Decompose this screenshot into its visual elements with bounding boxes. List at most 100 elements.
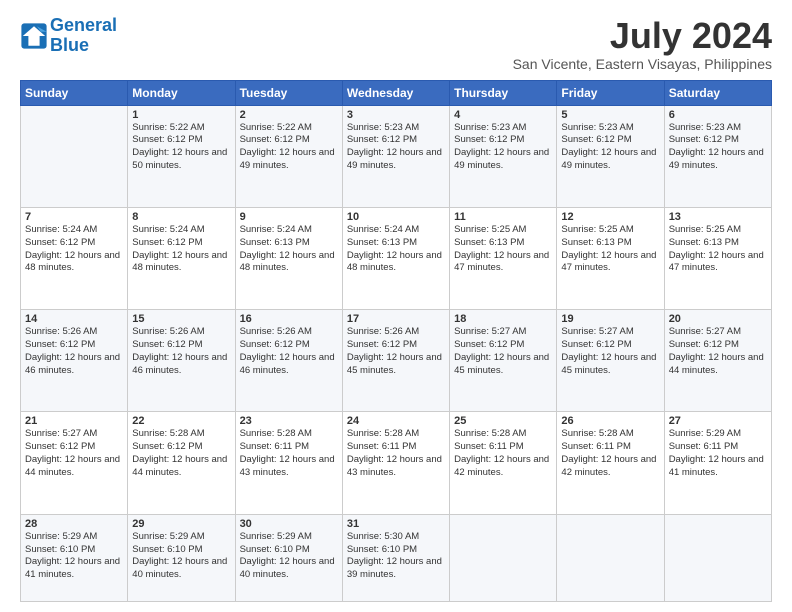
day-number: 30 [240, 518, 338, 530]
calendar-week-row: 1Sunrise: 5:22 AM Sunset: 6:12 PM Daylig… [21, 105, 772, 207]
logo: General Blue [20, 16, 117, 56]
day-info: Sunrise: 5:29 AM Sunset: 6:10 PM Dayligh… [240, 531, 338, 582]
day-info: Sunrise: 5:25 AM Sunset: 6:13 PM Dayligh… [669, 224, 767, 275]
header: General Blue July 2024 San Vicente, East… [20, 16, 772, 72]
day-number: 22 [132, 415, 230, 427]
day-number: 12 [561, 211, 659, 223]
calendar-cell: 24Sunrise: 5:28 AM Sunset: 6:11 PM Dayli… [342, 412, 449, 514]
calendar-cell: 5Sunrise: 5:23 AM Sunset: 6:12 PM Daylig… [557, 105, 664, 207]
day-number: 8 [132, 211, 230, 223]
day-number: 18 [454, 313, 552, 325]
day-info: Sunrise: 5:30 AM Sunset: 6:10 PM Dayligh… [347, 531, 445, 582]
main-title: July 2024 [513, 16, 772, 56]
day-info: Sunrise: 5:29 AM Sunset: 6:11 PM Dayligh… [669, 428, 767, 479]
logo-icon [20, 22, 48, 50]
day-info: Sunrise: 5:24 AM Sunset: 6:12 PM Dayligh… [132, 224, 230, 275]
calendar-cell: 30Sunrise: 5:29 AM Sunset: 6:10 PM Dayli… [235, 514, 342, 601]
calendar-cell: 2Sunrise: 5:22 AM Sunset: 6:12 PM Daylig… [235, 105, 342, 207]
calendar-cell: 12Sunrise: 5:25 AM Sunset: 6:13 PM Dayli… [557, 207, 664, 309]
day-info: Sunrise: 5:23 AM Sunset: 6:12 PM Dayligh… [454, 122, 552, 173]
day-number: 20 [669, 313, 767, 325]
day-info: Sunrise: 5:28 AM Sunset: 6:11 PM Dayligh… [561, 428, 659, 479]
calendar-cell: 16Sunrise: 5:26 AM Sunset: 6:12 PM Dayli… [235, 310, 342, 412]
day-number: 14 [25, 313, 123, 325]
day-number: 15 [132, 313, 230, 325]
calendar-cell: 13Sunrise: 5:25 AM Sunset: 6:13 PM Dayli… [664, 207, 771, 309]
day-number: 3 [347, 109, 445, 121]
calendar-cell: 14Sunrise: 5:26 AM Sunset: 6:12 PM Dayli… [21, 310, 128, 412]
calendar-week-row: 21Sunrise: 5:27 AM Sunset: 6:12 PM Dayli… [21, 412, 772, 514]
calendar-cell [21, 105, 128, 207]
calendar-cell: 9Sunrise: 5:24 AM Sunset: 6:13 PM Daylig… [235, 207, 342, 309]
day-info: Sunrise: 5:28 AM Sunset: 6:11 PM Dayligh… [454, 428, 552, 479]
calendar-cell [664, 514, 771, 601]
day-header-saturday: Saturday [664, 80, 771, 105]
calendar-cell: 20Sunrise: 5:27 AM Sunset: 6:12 PM Dayli… [664, 310, 771, 412]
day-info: Sunrise: 5:23 AM Sunset: 6:12 PM Dayligh… [347, 122, 445, 173]
day-number: 6 [669, 109, 767, 121]
day-info: Sunrise: 5:27 AM Sunset: 6:12 PM Dayligh… [561, 326, 659, 377]
calendar-header-row: SundayMondayTuesdayWednesdayThursdayFrid… [21, 80, 772, 105]
calendar-cell: 19Sunrise: 5:27 AM Sunset: 6:12 PM Dayli… [557, 310, 664, 412]
day-info: Sunrise: 5:23 AM Sunset: 6:12 PM Dayligh… [561, 122, 659, 173]
calendar-cell: 26Sunrise: 5:28 AM Sunset: 6:11 PM Dayli… [557, 412, 664, 514]
day-info: Sunrise: 5:29 AM Sunset: 6:10 PM Dayligh… [25, 531, 123, 582]
calendar-cell: 22Sunrise: 5:28 AM Sunset: 6:12 PM Dayli… [128, 412, 235, 514]
day-number: 21 [25, 415, 123, 427]
calendar-week-row: 7Sunrise: 5:24 AM Sunset: 6:12 PM Daylig… [21, 207, 772, 309]
calendar-cell: 25Sunrise: 5:28 AM Sunset: 6:11 PM Dayli… [450, 412, 557, 514]
calendar-week-row: 14Sunrise: 5:26 AM Sunset: 6:12 PM Dayli… [21, 310, 772, 412]
day-number: 24 [347, 415, 445, 427]
calendar-cell: 3Sunrise: 5:23 AM Sunset: 6:12 PM Daylig… [342, 105, 449, 207]
day-header-sunday: Sunday [21, 80, 128, 105]
calendar-cell: 10Sunrise: 5:24 AM Sunset: 6:13 PM Dayli… [342, 207, 449, 309]
calendar-cell: 28Sunrise: 5:29 AM Sunset: 6:10 PM Dayli… [21, 514, 128, 601]
calendar-cell: 27Sunrise: 5:29 AM Sunset: 6:11 PM Dayli… [664, 412, 771, 514]
day-number: 1 [132, 109, 230, 121]
day-info: Sunrise: 5:24 AM Sunset: 6:13 PM Dayligh… [347, 224, 445, 275]
day-number: 25 [454, 415, 552, 427]
calendar-cell: 6Sunrise: 5:23 AM Sunset: 6:12 PM Daylig… [664, 105, 771, 207]
day-info: Sunrise: 5:26 AM Sunset: 6:12 PM Dayligh… [347, 326, 445, 377]
day-header-monday: Monday [128, 80, 235, 105]
day-number: 27 [669, 415, 767, 427]
day-number: 5 [561, 109, 659, 121]
day-info: Sunrise: 5:23 AM Sunset: 6:12 PM Dayligh… [669, 122, 767, 173]
day-number: 23 [240, 415, 338, 427]
day-number: 7 [25, 211, 123, 223]
day-header-friday: Friday [557, 80, 664, 105]
day-number: 26 [561, 415, 659, 427]
subtitle: San Vicente, Eastern Visayas, Philippine… [513, 56, 772, 72]
calendar-cell: 31Sunrise: 5:30 AM Sunset: 6:10 PM Dayli… [342, 514, 449, 601]
day-header-thursday: Thursday [450, 80, 557, 105]
day-number: 16 [240, 313, 338, 325]
day-info: Sunrise: 5:26 AM Sunset: 6:12 PM Dayligh… [25, 326, 123, 377]
calendar-cell: 15Sunrise: 5:26 AM Sunset: 6:12 PM Dayli… [128, 310, 235, 412]
day-number: 2 [240, 109, 338, 121]
day-info: Sunrise: 5:24 AM Sunset: 6:13 PM Dayligh… [240, 224, 338, 275]
day-info: Sunrise: 5:22 AM Sunset: 6:12 PM Dayligh… [240, 122, 338, 173]
day-info: Sunrise: 5:27 AM Sunset: 6:12 PM Dayligh… [454, 326, 552, 377]
day-header-wednesday: Wednesday [342, 80, 449, 105]
calendar-cell: 11Sunrise: 5:25 AM Sunset: 6:13 PM Dayli… [450, 207, 557, 309]
day-header-tuesday: Tuesday [235, 80, 342, 105]
day-info: Sunrise: 5:27 AM Sunset: 6:12 PM Dayligh… [669, 326, 767, 377]
calendar-cell: 1Sunrise: 5:22 AM Sunset: 6:12 PM Daylig… [128, 105, 235, 207]
day-number: 31 [347, 518, 445, 530]
calendar-cell: 18Sunrise: 5:27 AM Sunset: 6:12 PM Dayli… [450, 310, 557, 412]
day-info: Sunrise: 5:24 AM Sunset: 6:12 PM Dayligh… [25, 224, 123, 275]
day-info: Sunrise: 5:26 AM Sunset: 6:12 PM Dayligh… [132, 326, 230, 377]
calendar-cell: 8Sunrise: 5:24 AM Sunset: 6:12 PM Daylig… [128, 207, 235, 309]
day-number: 13 [669, 211, 767, 223]
page: General Blue July 2024 San Vicente, East… [0, 0, 792, 612]
day-number: 4 [454, 109, 552, 121]
title-block: July 2024 San Vicente, Eastern Visayas, … [513, 16, 772, 72]
day-number: 28 [25, 518, 123, 530]
calendar-cell: 21Sunrise: 5:27 AM Sunset: 6:12 PM Dayli… [21, 412, 128, 514]
day-info: Sunrise: 5:22 AM Sunset: 6:12 PM Dayligh… [132, 122, 230, 173]
calendar-cell [450, 514, 557, 601]
calendar-cell [557, 514, 664, 601]
calendar-cell: 17Sunrise: 5:26 AM Sunset: 6:12 PM Dayli… [342, 310, 449, 412]
day-info: Sunrise: 5:26 AM Sunset: 6:12 PM Dayligh… [240, 326, 338, 377]
day-number: 19 [561, 313, 659, 325]
